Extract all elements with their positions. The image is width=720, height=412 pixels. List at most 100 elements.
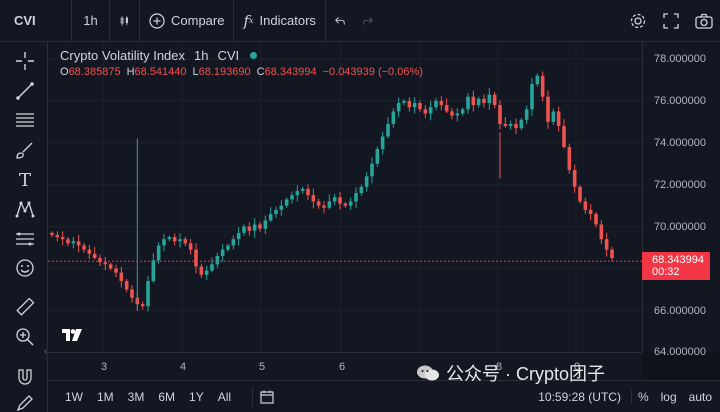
range-1w-button[interactable]: 1W xyxy=(58,390,90,404)
lock-drawing-tool[interactable] xyxy=(14,392,36,412)
time-label: 4 xyxy=(180,361,187,373)
candle-body xyxy=(311,195,316,202)
prediction-tool[interactable] xyxy=(14,228,36,250)
redo-button[interactable] xyxy=(354,0,382,42)
candle xyxy=(594,211,598,228)
candle xyxy=(514,118,518,135)
candle-body xyxy=(220,249,225,256)
symbol-search-button[interactable]: CVI xyxy=(0,0,72,42)
crosshair-tool[interactable] xyxy=(14,50,36,72)
candle xyxy=(434,98,438,111)
candle xyxy=(423,104,428,119)
candle xyxy=(471,90,476,112)
candle-body xyxy=(514,123,518,129)
interval-button[interactable]: 1h xyxy=(72,0,110,42)
candle xyxy=(60,231,65,246)
top-toolbar: CVI 1h Compare fx Indicators xyxy=(0,0,720,42)
candle xyxy=(428,100,433,121)
time-label: 0 xyxy=(574,361,581,373)
candle xyxy=(220,244,225,262)
smiley-icon xyxy=(16,259,34,277)
candle-body xyxy=(103,262,108,265)
zoom-in-icon xyxy=(16,328,34,346)
candle-body xyxy=(428,107,433,114)
candle xyxy=(466,92,470,114)
price-label: 72.000000 xyxy=(654,179,706,191)
time-label: 5 xyxy=(259,361,266,373)
candle-body xyxy=(50,232,54,235)
log-toggle[interactable]: log xyxy=(655,390,683,404)
candle xyxy=(364,172,369,192)
pattern-tool[interactable] xyxy=(14,198,36,220)
ruler-icon xyxy=(16,297,35,316)
series-name: Crypto Volatility Index xyxy=(60,48,186,63)
settings-button[interactable] xyxy=(621,0,654,42)
candle-body xyxy=(231,239,236,246)
pattern-icon xyxy=(15,201,35,218)
undo-button[interactable] xyxy=(326,0,354,42)
candle xyxy=(412,97,417,114)
go-to-date-button[interactable] xyxy=(252,386,274,407)
range-all-button[interactable]: All xyxy=(211,390,238,404)
candle xyxy=(284,197,289,208)
candle-body xyxy=(92,253,97,259)
fib-tool[interactable] xyxy=(14,109,36,131)
candle-body xyxy=(583,201,588,210)
chart-type-button[interactable] xyxy=(110,0,140,42)
zoom-tool[interactable] xyxy=(14,326,36,348)
candle xyxy=(503,117,508,128)
brush-tool[interactable] xyxy=(14,139,36,161)
candle-body xyxy=(412,102,417,108)
candle xyxy=(306,184,310,200)
magnet-tool[interactable] xyxy=(14,366,36,388)
candle xyxy=(354,187,358,208)
auto-toggle[interactable]: auto xyxy=(683,390,720,404)
tradingview-logo[interactable] xyxy=(62,329,84,344)
candle xyxy=(498,100,502,130)
candle xyxy=(546,90,550,129)
candle xyxy=(610,246,614,262)
candle-body xyxy=(215,255,220,265)
candle xyxy=(50,231,54,238)
candle-body xyxy=(594,214,598,225)
candle xyxy=(274,206,278,218)
candle xyxy=(578,185,582,204)
time-axis[interactable]: 3 4 5 6 8 0 xyxy=(48,352,642,380)
ruler-tool[interactable] xyxy=(14,296,36,318)
range-3m-button[interactable]: 3M xyxy=(121,390,152,404)
candle xyxy=(343,201,348,208)
candle-body xyxy=(524,109,529,120)
candle-body xyxy=(258,224,262,229)
current-price-tag: 68.343994 00:32 xyxy=(642,252,710,280)
range-1y-button[interactable]: 1Y xyxy=(182,390,211,404)
series-interval: 1h xyxy=(194,48,209,63)
price-axis[interactable]: 78.000000 76.000000 74.000000 72.000000 … xyxy=(642,42,720,358)
candle xyxy=(540,71,545,102)
fullscreen-button[interactable] xyxy=(654,0,687,42)
candle-body xyxy=(396,102,401,112)
indicators-button[interactable]: fx Indicators xyxy=(234,0,326,42)
icons-tool[interactable] xyxy=(14,257,36,279)
candle-body xyxy=(194,249,198,267)
percent-toggle[interactable]: % xyxy=(630,389,655,404)
snapshot-button[interactable] xyxy=(687,0,720,42)
candle-body xyxy=(375,149,380,164)
time-label: 6 xyxy=(339,361,346,373)
candle xyxy=(247,222,252,236)
trend-line-tool[interactable] xyxy=(14,80,36,102)
candle xyxy=(146,276,150,312)
utc-clock[interactable]: 10:59:28 (UTC) xyxy=(528,390,631,404)
candle xyxy=(455,108,460,122)
candle-body xyxy=(348,201,353,206)
candle xyxy=(183,236,188,247)
collapse-toolbar-button[interactable]: ‹ xyxy=(44,346,47,356)
open-value: O68.385875 xyxy=(60,66,121,78)
candle xyxy=(290,191,294,204)
text-tool[interactable]: T xyxy=(14,169,36,191)
chart-pane[interactable]: Crypto Volatility Index 1h CVI O68.38587… xyxy=(48,42,642,352)
range-1m-button[interactable]: 1M xyxy=(90,390,121,404)
candle xyxy=(92,246,97,260)
candle-body xyxy=(76,241,81,246)
range-6m-button[interactable]: 6M xyxy=(151,390,182,404)
compare-button[interactable]: Compare xyxy=(140,0,235,42)
